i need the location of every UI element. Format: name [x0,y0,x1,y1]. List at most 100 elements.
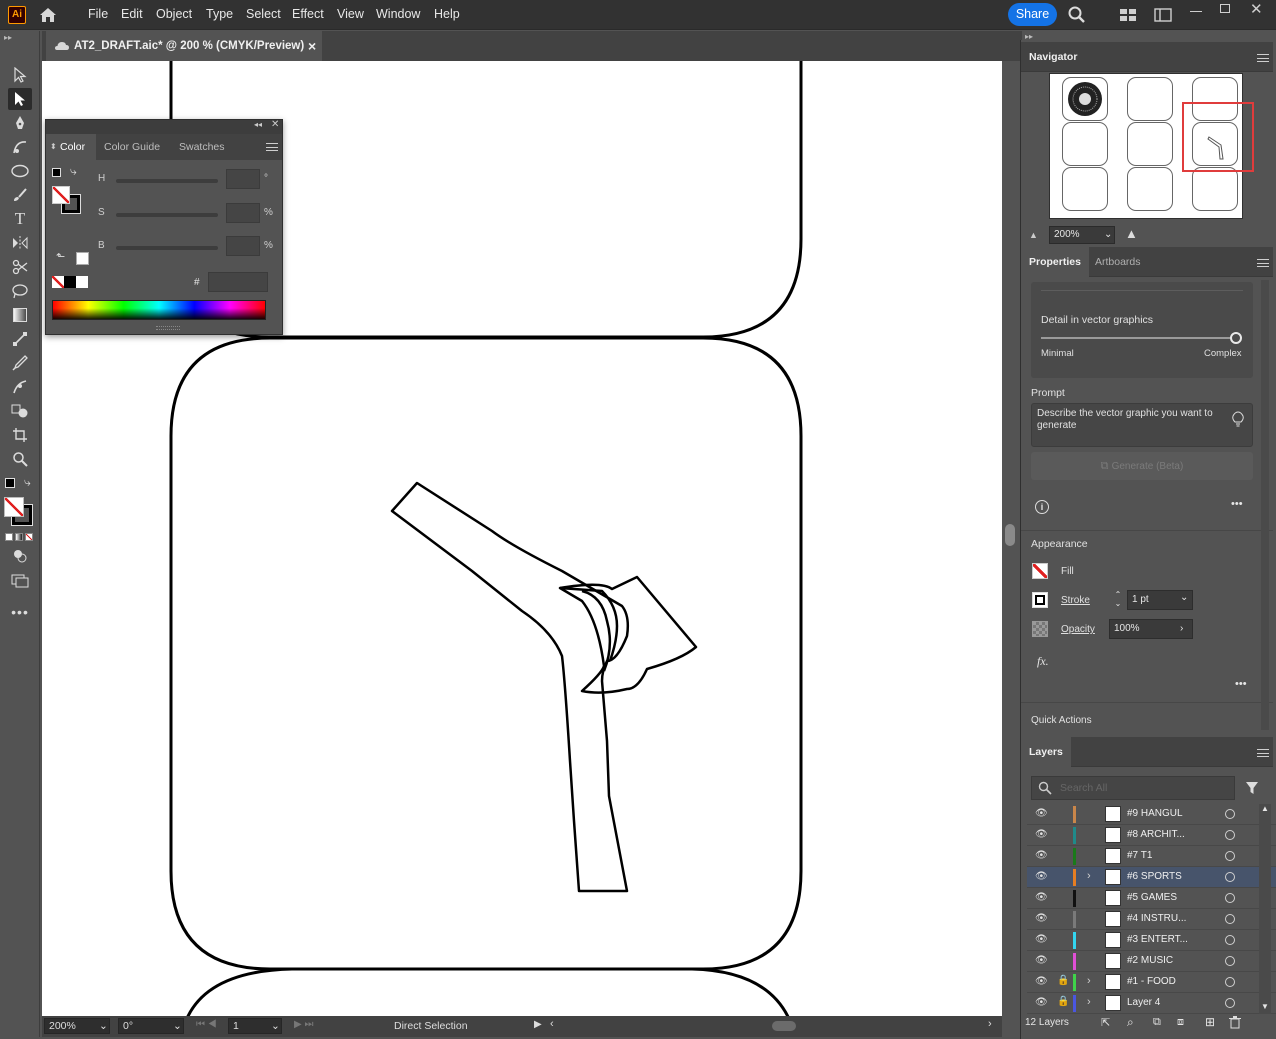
menu-type[interactable]: Type [206,7,233,21]
hue-slider[interactable]: H ° [98,169,276,189]
new-layer-icon[interactable]: ⊞ [1205,1015,1215,1029]
visibility-eye-icon[interactable]: 👁 [1035,850,1048,861]
menu-effect[interactable]: Effect [292,7,324,21]
canvas-vertical-scrollbar[interactable] [1002,61,1018,1016]
layer-row[interactable]: 👁 #5 GAMES [1027,888,1276,909]
maximize-icon[interactable] [1220,4,1230,13]
clipping-mask-icon[interactable]: ⧉ [1153,1016,1161,1029]
zoom-field[interactable]: 200% ⌄ [44,1018,110,1034]
puppet-warp-tool-icon[interactable] [8,376,32,398]
locate-object-icon[interactable]: ⌕ [1127,1015,1134,1030]
layer-row[interactable]: 👁 #4 INSTRU... [1027,909,1276,930]
scroll-down-icon[interactable]: ▼ [1261,1002,1269,1011]
dock-collapse-icon[interactable]: ▸▸ [1025,32,1033,41]
reflect-tool-icon[interactable] [8,232,32,254]
minimize-icon[interactable] [1190,8,1202,12]
fx-button[interactable]: fx. [1037,654,1049,669]
scroll-up-icon[interactable]: ▲ [1261,804,1269,813]
stroke-label[interactable]: Stroke [1061,595,1090,606]
layer-row[interactable]: 👁 🔒 › #1 - FOOD [1027,972,1276,993]
stroke-stepper[interactable]: ⌃ ⌄ [1111,590,1125,610]
target-circle-icon[interactable] [1225,998,1235,1008]
collapse-arrows-icon[interactable]: ▸▸ [4,33,12,42]
saturation-slider[interactable]: S % [98,203,276,223]
paintbrush-tool-icon[interactable] [8,184,32,206]
menu-object[interactable]: Object [156,7,192,21]
curvature-tool-icon[interactable] [8,136,32,158]
layer-name[interactable]: #4 INSTRU... [1127,913,1186,924]
target-circle-icon[interactable] [1225,935,1235,945]
tab-properties[interactable]: Properties [1021,247,1089,277]
navigator-zoom-field[interactable]: 200% ⌄ [1049,226,1115,244]
default-colors-icon[interactable] [5,478,15,488]
expand-chevron-icon[interactable]: › [1087,975,1091,987]
visibility-eye-icon[interactable]: 👁 [1035,997,1048,1008]
detail-slider-track[interactable] [1041,337,1237,339]
navigator-view-box[interactable] [1182,102,1254,172]
more-tools-icon[interactable]: ••• [8,601,32,623]
navigator-menu-icon[interactable] [1257,54,1269,62]
opacity-field[interactable]: 100% › [1109,619,1193,639]
tool-menu-arrow-icon[interactable]: ▶ [534,1019,542,1030]
visibility-eye-icon[interactable]: 👁 [1035,892,1048,903]
generate-button[interactable]: ⧉ Generate (Beta) [1031,452,1253,480]
layer-name[interactable]: #8 ARCHIT... [1127,829,1185,840]
web-safe-swatch[interactable] [76,252,89,265]
hue-track[interactable] [116,179,218,183]
lock-icon[interactable]: 🔒 [1057,996,1069,1007]
search-icon[interactable] [1067,5,1087,25]
layer-row[interactable]: 👁 › #6 SPORTS [1027,867,1276,888]
visibility-eye-icon[interactable]: 👁 [1035,955,1048,966]
saturation-track[interactable] [116,213,218,217]
tab-swatches[interactable]: Swatches [179,134,225,160]
blend-tool-icon[interactable] [8,328,32,350]
pen-tool-icon[interactable] [8,112,32,134]
target-circle-icon[interactable] [1225,851,1235,861]
navigator-preview[interactable] [1049,73,1254,219]
layer-name[interactable]: #7 T1 [1127,850,1152,861]
rotation-field[interactable]: 0° ⌄ [118,1018,184,1034]
workspace-grid-icon[interactable] [1119,7,1137,23]
visibility-eye-icon[interactable]: 👁 [1035,808,1048,819]
stroke-swatch-icon[interactable] [1032,592,1048,608]
menu-file[interactable]: File [88,7,108,21]
color-spectrum[interactable] [52,300,266,320]
expand-chevron-icon[interactable]: › [1087,870,1091,882]
resize-grip[interactable] [156,326,180,330]
more-options-icon[interactable]: ••• [1231,498,1243,510]
layer-row[interactable]: 👁 #7 T1 [1027,846,1276,867]
collapse-panel-icon[interactable]: ◂◂ [254,120,262,129]
layers-scrollbar[interactable]: ▲ ▼ [1259,804,1271,1014]
scroll-thumb[interactable] [1005,524,1015,546]
navigator-title[interactable]: Navigator [1021,42,1085,72]
selection-tool-icon[interactable] [8,64,32,86]
layer-name[interactable]: #5 GAMES [1127,892,1177,903]
layer-row[interactable]: 👁 #9 HANGUL [1027,804,1276,825]
layer-name[interactable]: #9 HANGUL [1127,808,1183,819]
layer-row[interactable]: 👁 #2 MUSIC [1027,951,1276,972]
eyedropper-tool-icon[interactable] [8,352,32,374]
opacity-checker-icon[interactable] [1032,621,1048,637]
none-swatch[interactable] [52,276,64,288]
properties-menu-icon[interactable] [1257,259,1269,267]
visibility-eye-icon[interactable]: 👁 [1035,871,1048,882]
export-icon[interactable]: ⇱ [1101,1016,1110,1029]
brightness-slider[interactable]: B % [98,236,276,256]
expand-chevron-icon[interactable]: › [1087,996,1091,1008]
layer-row[interactable]: 👁 #8 ARCHIT... [1027,825,1276,846]
zoom-in-mountain-icon[interactable]: ▲ [1125,226,1138,241]
saturation-input[interactable] [226,203,260,223]
new-sublayer-icon[interactable]: ⧈ [1177,1016,1184,1029]
menu-view[interactable]: View [337,7,364,21]
menu-select[interactable]: Select [246,7,281,21]
menu-window[interactable]: Window [376,7,420,21]
share-button[interactable]: Share [1008,3,1057,26]
fill-swatch[interactable] [4,497,24,517]
zoom-out-mountain-icon[interactable]: ▲ [1029,230,1038,240]
target-circle-icon[interactable] [1225,914,1235,924]
document-tab[interactable]: AT2_DRAFT.aic* @ 200 % (CMYK/Preview) × [46,31,322,61]
layers-search-input[interactable]: Search All [1031,776,1235,800]
layer-name[interactable]: Layer 4 [1127,997,1160,1008]
ellipse-tool-icon[interactable] [8,160,32,182]
layer-name[interactable]: #1 - FOOD [1127,976,1176,987]
